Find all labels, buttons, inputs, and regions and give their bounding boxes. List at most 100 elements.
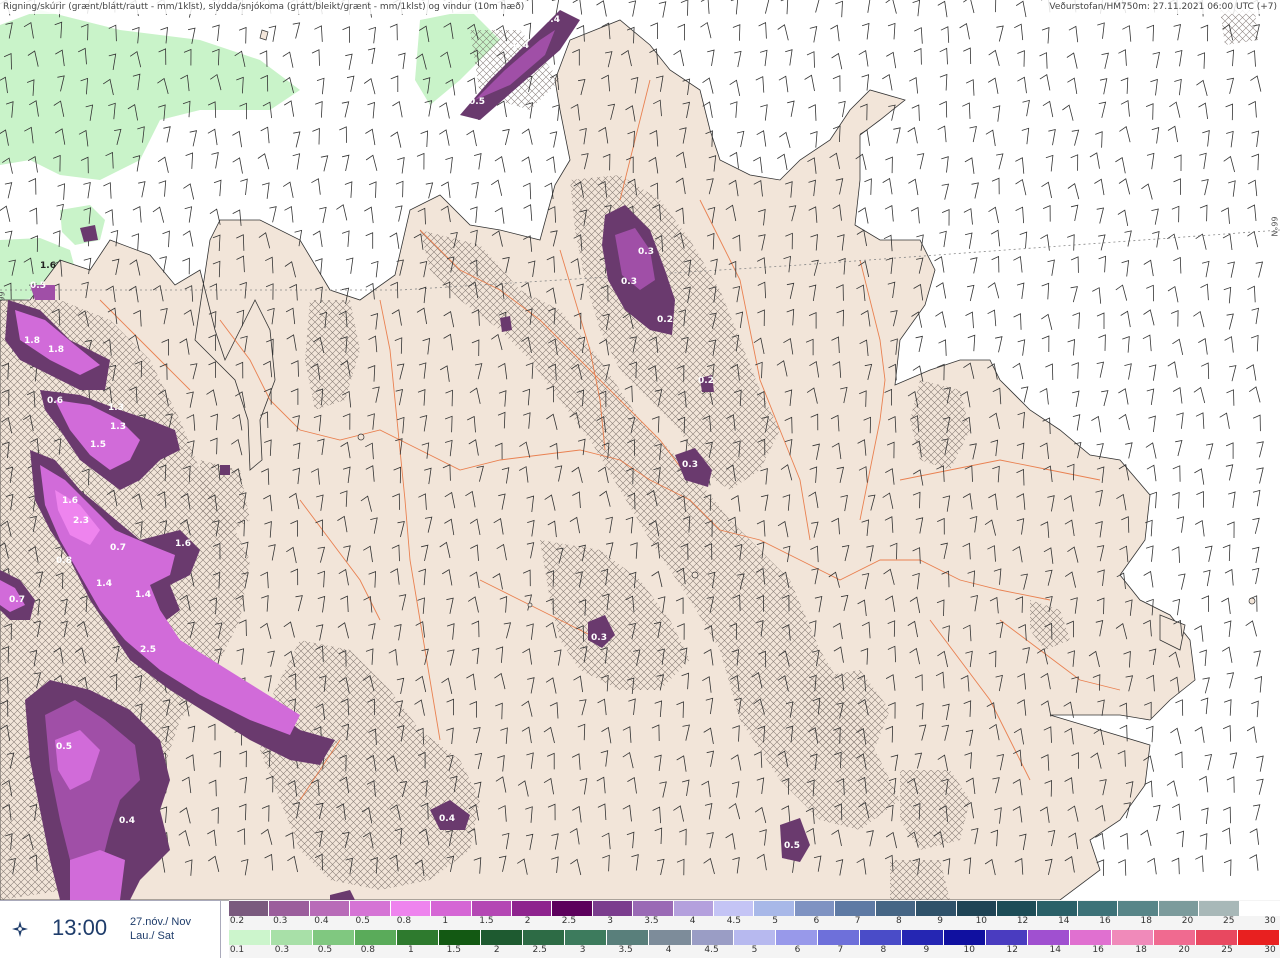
legend-label: 0.3	[273, 916, 288, 926]
legend-swatch	[1027, 930, 1070, 945]
legend-swatch	[439, 930, 482, 945]
legend-swatch	[1239, 901, 1280, 916]
legend-swatch	[691, 930, 734, 945]
rain-legend-labels: 0.1 0.3 0.5 0.8 1 1.5 2 2.5 3 3.5 4 4.5 5 6 7 8 9 10 12 14 1…	[229, 945, 1280, 957]
legend-swatch	[592, 901, 634, 916]
weather-map[interactable]: 0.4 0.4 0.5 1.6 0.5 1.8 1.8 0.6 1.3 1.3 1.5 1.6 2.3 0…	[0, 0, 1280, 958]
legend-label: 1	[442, 916, 449, 926]
time-panel: 13:00 27.nóv./ Nov Lau./ Sat	[0, 900, 221, 958]
forecast-date-line2: Lau./ Sat	[130, 930, 175, 942]
legend-label: 9	[937, 916, 943, 926]
legend-label: 10	[975, 916, 988, 926]
legend-label: 1	[407, 945, 414, 955]
legend-label: 0.5	[317, 945, 333, 955]
legend-label: 20	[1178, 945, 1190, 955]
legend-swatch	[997, 901, 1038, 916]
legend-label: 1.5	[446, 945, 461, 955]
legend-swatch	[229, 901, 270, 916]
legend-swatch	[1118, 901, 1159, 916]
legend-swatch	[794, 901, 836, 916]
legend-label: 18	[1135, 945, 1147, 955]
legend-label: 0.8	[360, 945, 376, 955]
legend-swatch	[1154, 930, 1197, 945]
legend-label: 0.5	[355, 916, 370, 926]
precip-value: 2.5	[140, 645, 156, 655]
legend-swatch	[607, 930, 650, 945]
precip-value: 1.6	[175, 539, 191, 549]
legend-swatch	[471, 901, 512, 916]
legend-swatch	[985, 930, 1028, 945]
legend-swatch	[649, 930, 692, 945]
precip-value: 0.3	[591, 633, 607, 643]
legend-swatch	[481, 930, 524, 945]
legend-swatch	[835, 901, 876, 916]
legend-label: 0.1	[229, 945, 245, 955]
legend-swatch	[355, 930, 398, 945]
legend-swatch	[565, 930, 608, 945]
precip-value: 0.3	[621, 277, 637, 287]
precip-value: 1.5	[90, 440, 106, 450]
legend-label: 30	[1264, 945, 1276, 955]
legend-swatch	[956, 901, 998, 916]
legend-swatch	[1037, 901, 1078, 916]
legend-label: 8	[895, 916, 902, 926]
legend-swatch	[875, 901, 917, 916]
precip-value: 0.6	[47, 396, 63, 406]
legend-swatch	[943, 930, 986, 945]
precip-value: 1.8	[48, 345, 64, 355]
forecast-time: 13:00	[52, 915, 108, 940]
map-source: Veðurstofan/HM750m: 27.11.2021 06:00 UTC…	[1046, 0, 1280, 14]
forecast-date-line1: 27.nóv./ Nov	[130, 916, 191, 928]
precip-value: 0.8	[56, 556, 72, 566]
legend-label: 0.8	[396, 916, 412, 926]
legend-swatch	[269, 901, 310, 916]
legend-swatch	[1111, 930, 1155, 945]
legend-swatch	[859, 930, 902, 945]
legend-swatch	[309, 901, 351, 916]
precip-value: 0.4	[544, 15, 560, 25]
legend-label: 10	[963, 945, 976, 955]
legend-label: 7	[837, 945, 844, 955]
legend-label: 12	[1016, 916, 1029, 926]
legend-label: 7	[854, 916, 861, 926]
wind-compass-icon	[12, 921, 28, 937]
legend-swatch	[397, 930, 440, 945]
legend-label: 4.5	[726, 916, 742, 926]
legend-label: 5	[772, 916, 778, 926]
legend-label: 6	[813, 916, 820, 926]
legend-swatch	[350, 901, 391, 916]
precip-value: 0.5	[469, 97, 485, 107]
snow-legend-labels: 0.2 0.3 0.4 0.5 0.8 1 1.5 2 2.5 3 3.5 4 4.5 5 6 7 8 9 10 12…	[229, 916, 1280, 928]
latitude-label-left: 66	[0, 291, 6, 302]
legend-label: 25	[1223, 916, 1235, 926]
legend-swatch	[754, 901, 795, 916]
precip-value: 0.5	[30, 281, 46, 291]
precip-value: 0.2	[698, 376, 714, 386]
legend-label: 25	[1221, 945, 1233, 955]
legend-label: 1.5	[479, 916, 494, 926]
legend-swatch	[271, 930, 314, 945]
legend-swatch	[1158, 901, 1200, 916]
legend-swatch	[1196, 930, 1239, 945]
legend-label: 12	[1006, 945, 1018, 955]
precip-value: 0.5	[784, 841, 800, 851]
legend-swatch	[633, 901, 674, 916]
legend-swatch	[1069, 930, 1112, 945]
legend-label: 0.4	[314, 916, 329, 926]
legend-swatch	[523, 930, 566, 945]
precip-value: 1.4	[135, 590, 151, 600]
legend-label: 3	[579, 945, 586, 955]
precip-value: 0.3	[682, 460, 698, 470]
precip-value: 0.4	[513, 41, 529, 51]
legend-swatch	[511, 901, 553, 916]
map-title: Rigning/skúrir (grænt/blátt/rautt - mm/1…	[0, 0, 528, 14]
legend-swatch	[552, 901, 593, 916]
precip-value: 0.5	[56, 742, 72, 752]
legend-swatch	[229, 930, 272, 945]
legend-label: 18	[1140, 916, 1152, 926]
precip-value: 0.4	[439, 814, 455, 824]
snow-legend-bar	[229, 901, 1280, 916]
rain-legend-bar	[229, 930, 1280, 945]
precip-value: 0.7	[110, 543, 126, 553]
legend-swatch	[901, 930, 944, 945]
